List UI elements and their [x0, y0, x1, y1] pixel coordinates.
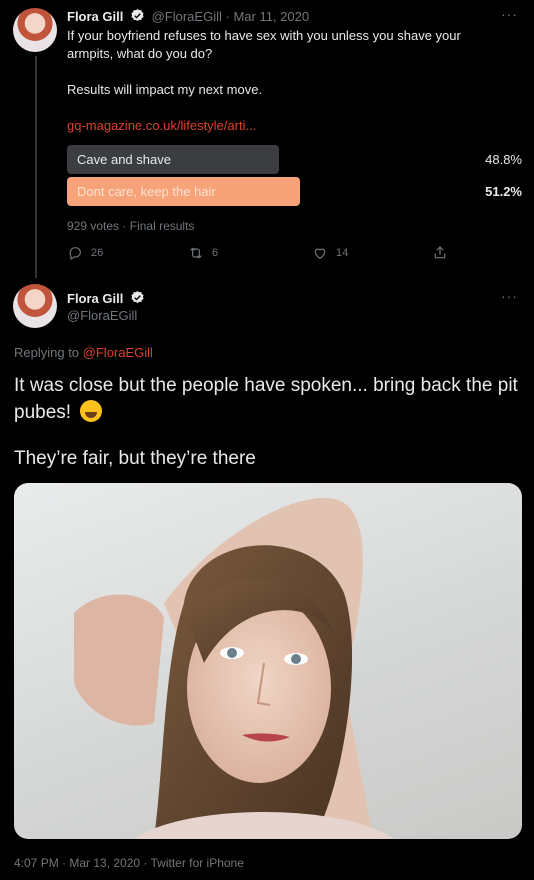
author-name[interactable]: Flora Gill — [67, 291, 123, 306]
poll-option-keep-the-hair: Dont care, keep the hair — [67, 177, 300, 206]
poll-option-cave-and-shave: Cave and shave — [67, 145, 279, 174]
replying-handle-link[interactable]: @FloraEGill — [83, 345, 153, 360]
author-name[interactable]: Flora Gill — [67, 9, 123, 24]
tweet-photo[interactable] — [14, 483, 522, 839]
tweet-date[interactable]: Mar 11, 2020 — [233, 9, 309, 24]
poll-option-percent: 51.2% — [485, 184, 522, 199]
more-options-icon[interactable]: ··· — [501, 6, 518, 22]
avatar[interactable] — [13, 8, 57, 52]
thread-line — [35, 56, 37, 278]
more-options-icon[interactable]: ··· — [501, 288, 518, 304]
replying-label: Replying to — [14, 345, 80, 360]
verified-icon — [131, 8, 144, 22]
share-icon — [434, 246, 446, 259]
like-count: 14 — [336, 247, 349, 259]
poll-votes: 929 votes — [67, 219, 120, 233]
like-button[interactable]: 14 — [312, 245, 348, 261]
share-button[interactable] — [432, 245, 448, 261]
tweet-header: Flora Gill @FloraEGill · Mar 11, 2020 — [67, 8, 309, 24]
reply-count: 26 — [91, 247, 104, 259]
author-handle[interactable]: @FloraEGill — [67, 308, 137, 323]
poll-option-label: Cave and shave — [77, 152, 171, 167]
author-handle[interactable]: @FloraEGill — [152, 9, 222, 24]
heart-icon — [314, 248, 326, 260]
author-name-row: Flora Gill — [67, 290, 148, 306]
tweet-text: It was close but the people have spoken.… — [14, 372, 519, 426]
retweet-button[interactable]: 6 — [188, 245, 218, 261]
avatar[interactable] — [13, 284, 57, 328]
poll-status: Final results — [129, 219, 195, 233]
grinning-squinting-face-icon — [80, 400, 103, 422]
retweet-icon — [190, 247, 202, 259]
reply-button[interactable]: 26 — [67, 245, 103, 261]
reply-icon — [69, 247, 81, 261]
poll-tweet[interactable]: Flora Gill @FloraEGill · Mar 11, 2020 ··… — [0, 0, 534, 278]
tweet-text: If your boyfriend refuses to have sex wi… — [67, 28, 461, 97]
poll-option-label: Dont care, keep the hair — [77, 184, 216, 199]
retweet-count: 6 — [212, 247, 219, 259]
tweet-subtext: They’re fair, but they’re there — [14, 448, 256, 469]
tweet-timestamp[interactable]: 4:07 PM · Mar 13, 2020 · Twitter for iPh… — [14, 856, 244, 870]
article-link[interactable]: gq-magazine.co.uk/lifestyle/arti... — [67, 118, 256, 133]
poll-option-percent: 48.8% — [485, 152, 522, 167]
replying-to: Replying to @FloraEGill — [14, 345, 153, 360]
poll-results-meta: 929 votes · Final results — [67, 219, 195, 233]
verified-icon — [131, 290, 144, 304]
portrait-illustration — [74, 497, 394, 839]
